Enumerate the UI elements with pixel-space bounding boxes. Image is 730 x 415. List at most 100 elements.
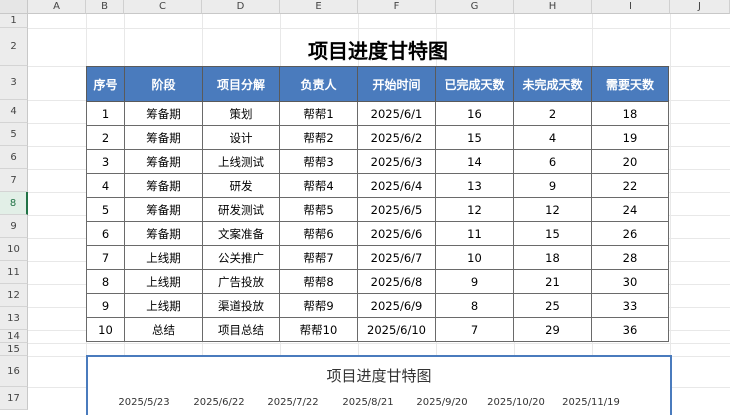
column-title[interactable]: 开始时间: [357, 66, 436, 102]
row-header-14[interactable]: 14: [0, 330, 28, 343]
column-header-g[interactable]: G: [436, 0, 514, 14]
gantt-chart[interactable]: 项目进度甘特图 2025/5/23 2025/6/22 2025/7/22 2025/…: [86, 355, 672, 415]
row-header-9[interactable]: 9: [0, 215, 28, 238]
table-cell[interactable]: 4: [513, 125, 592, 150]
column-title[interactable]: 已完成天数: [435, 66, 514, 102]
row-header-10[interactable]: 10: [0, 238, 28, 261]
table-cell[interactable]: 2025/6/8: [357, 269, 436, 294]
table-cell[interactable]: 策划: [202, 101, 280, 126]
row-header-8[interactable]: 8: [0, 192, 28, 215]
table-cell[interactable]: 11: [435, 221, 514, 246]
row-header-3[interactable]: 3: [0, 66, 28, 100]
row-header-2[interactable]: 2: [0, 28, 28, 66]
table-cell[interactable]: 9: [513, 173, 592, 198]
table-cell[interactable]: 公关推广: [202, 245, 280, 270]
table-cell[interactable]: 2025/6/7: [357, 245, 436, 270]
table-cell[interactable]: 2: [86, 125, 125, 150]
column-title[interactable]: 负责人: [279, 66, 358, 102]
table-cell[interactable]: 筹备期: [124, 101, 203, 126]
row-header-1[interactable]: 1: [0, 14, 28, 28]
table-cell[interactable]: 9: [435, 269, 514, 294]
sheet-title[interactable]: 项目进度甘特图: [86, 36, 670, 66]
table-cell[interactable]: 帮帮10: [279, 317, 358, 342]
table-cell[interactable]: 上线测试: [202, 149, 280, 174]
row-header-6[interactable]: 6: [0, 146, 28, 169]
table-cell[interactable]: 2025/6/3: [357, 149, 436, 174]
select-all-corner[interactable]: [0, 0, 28, 14]
table-cell[interactable]: 21: [513, 269, 592, 294]
column-header-j[interactable]: J: [670, 0, 730, 14]
row-header-13[interactable]: 13: [0, 307, 28, 330]
table-cell[interactable]: 15: [435, 125, 514, 150]
table-cell[interactable]: 24: [591, 197, 669, 222]
column-header-e[interactable]: E: [280, 0, 358, 14]
column-header-c[interactable]: C: [124, 0, 202, 14]
table-cell[interactable]: 帮帮9: [279, 293, 358, 318]
column-header-b[interactable]: B: [86, 0, 124, 14]
column-title[interactable]: 未完成天数: [513, 66, 592, 102]
column-title[interactable]: 项目分解: [202, 66, 280, 102]
table-cell[interactable]: 36: [591, 317, 669, 342]
table-cell[interactable]: 筹备期: [124, 173, 203, 198]
table-cell[interactable]: 12: [435, 197, 514, 222]
table-cell[interactable]: 筹备期: [124, 149, 203, 174]
table-cell[interactable]: 帮帮4: [279, 173, 358, 198]
table-cell[interactable]: 帮帮8: [279, 269, 358, 294]
table-cell[interactable]: 12: [513, 197, 592, 222]
table-cell[interactable]: 帮帮3: [279, 149, 358, 174]
table-cell[interactable]: 16: [435, 101, 514, 126]
table-cell[interactable]: 29: [513, 317, 592, 342]
row-header-7[interactable]: 7: [0, 169, 28, 192]
table-cell[interactable]: 帮帮6: [279, 221, 358, 246]
table-cell[interactable]: 4: [86, 173, 125, 198]
column-title[interactable]: 序号: [86, 66, 125, 102]
row-header-15[interactable]: 15: [0, 343, 28, 356]
row-header-5[interactable]: 5: [0, 123, 28, 146]
column-header-h[interactable]: H: [514, 0, 592, 14]
table-cell[interactable]: 2025/6/6: [357, 221, 436, 246]
table-cell[interactable]: 上线期: [124, 269, 203, 294]
table-cell[interactable]: 6: [513, 149, 592, 174]
table-cell[interactable]: 10: [435, 245, 514, 270]
table-cell[interactable]: 9: [86, 293, 125, 318]
table-cell[interactable]: 设计: [202, 125, 280, 150]
table-cell[interactable]: 19: [591, 125, 669, 150]
table-cell[interactable]: 广告投放: [202, 269, 280, 294]
table-cell[interactable]: 研发测试: [202, 197, 280, 222]
table-cell[interactable]: 30: [591, 269, 669, 294]
table-cell[interactable]: 帮帮7: [279, 245, 358, 270]
table-cell[interactable]: 6: [86, 221, 125, 246]
table-cell[interactable]: 2025/6/1: [357, 101, 436, 126]
table-cell[interactable]: 文案准备: [202, 221, 280, 246]
table-cell[interactable]: 筹备期: [124, 221, 203, 246]
table-cell[interactable]: 上线期: [124, 293, 203, 318]
table-cell[interactable]: 22: [591, 173, 669, 198]
column-header-d[interactable]: D: [202, 0, 280, 14]
table-cell[interactable]: 筹备期: [124, 197, 203, 222]
column-title[interactable]: 需要天数: [591, 66, 669, 102]
table-cell[interactable]: 26: [591, 221, 669, 246]
table-cell[interactable]: 项目总结: [202, 317, 280, 342]
table-cell[interactable]: 14: [435, 149, 514, 174]
table-cell[interactable]: 帮帮2: [279, 125, 358, 150]
table-cell[interactable]: 3: [86, 149, 125, 174]
row-header-11[interactable]: 11: [0, 261, 28, 284]
table-cell[interactable]: 帮帮1: [279, 101, 358, 126]
table-cell[interactable]: 总结: [124, 317, 203, 342]
table-cell[interactable]: 15: [513, 221, 592, 246]
table-cell[interactable]: 2025/6/9: [357, 293, 436, 318]
row-header-17[interactable]: 17: [0, 387, 28, 410]
table-cell[interactable]: 5: [86, 197, 125, 222]
table-cell[interactable]: 18: [591, 101, 669, 126]
table-cell[interactable]: 8: [435, 293, 514, 318]
table-cell[interactable]: 28: [591, 245, 669, 270]
table-cell[interactable]: 25: [513, 293, 592, 318]
row-header-4[interactable]: 4: [0, 100, 28, 123]
table-cell[interactable]: 13: [435, 173, 514, 198]
column-header-f[interactable]: F: [358, 0, 436, 14]
table-cell[interactable]: 筹备期: [124, 125, 203, 150]
table-cell[interactable]: 8: [86, 269, 125, 294]
row-header-12[interactable]: 12: [0, 284, 28, 307]
table-cell[interactable]: 2025/6/4: [357, 173, 436, 198]
table-cell[interactable]: 33: [591, 293, 669, 318]
